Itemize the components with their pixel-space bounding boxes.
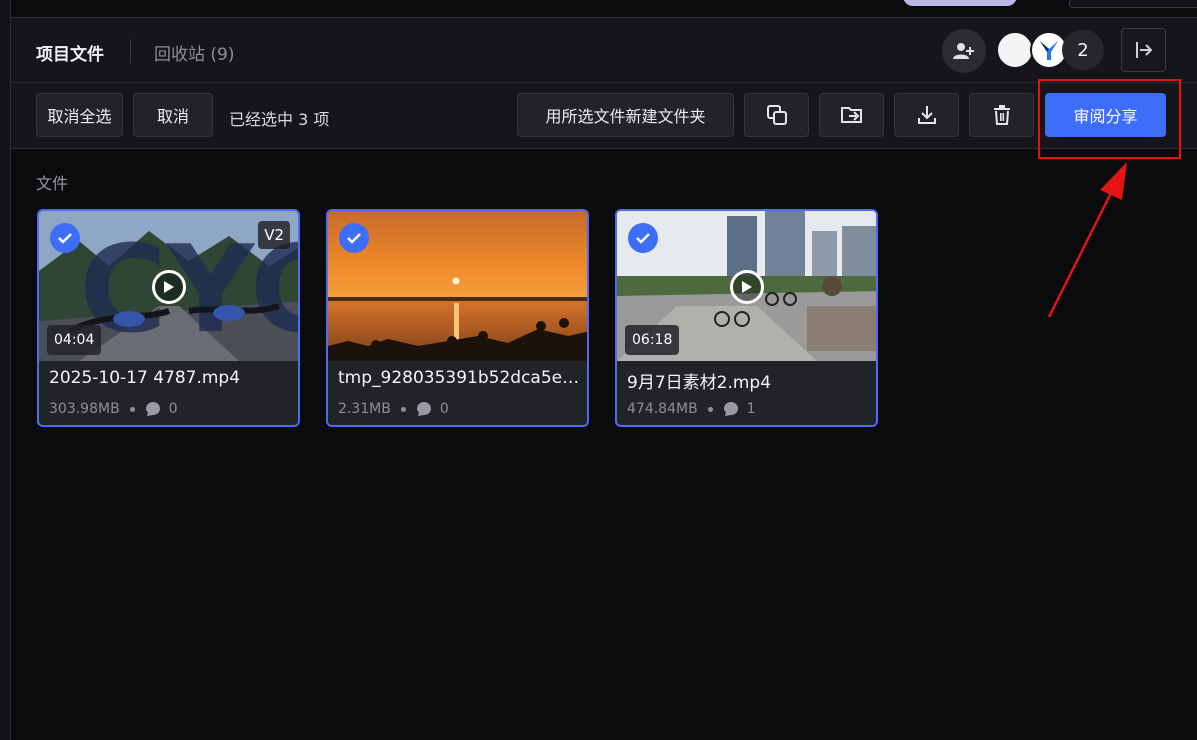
move-to-folder-button[interactable] (819, 93, 884, 137)
version-badge: V2 (258, 221, 290, 249)
file-card[interactable]: tmp_928035391b52dca5e4... 2.31MB 0 (326, 209, 589, 427)
meta-separator (707, 406, 713, 412)
tab-divider (130, 39, 131, 63)
left-edge-panel (0, 0, 11, 740)
selected-check-icon[interactable] (339, 223, 369, 253)
section-label-files: 文件 (36, 174, 69, 193)
copy-button[interactable] (744, 93, 809, 137)
add-member-button[interactable] (942, 29, 986, 73)
top-pill-button[interactable] (903, 0, 1017, 6)
tab-project-files[interactable]: 项目文件 (36, 40, 104, 65)
download-button[interactable] (894, 93, 959, 137)
top-box[interactable] (1069, 0, 1197, 8)
tab-trash[interactable]: 回收站 (9) (154, 40, 234, 65)
file-size: 474.84MB (627, 401, 698, 417)
avatar[interactable] (996, 31, 1034, 69)
new-folder-from-selection-button[interactable]: 用所选文件新建文件夹 (517, 93, 734, 137)
file-meta: 474.84MB 1 (627, 401, 756, 417)
comment-count: 1 (746, 401, 756, 417)
file-card[interactable]: 06:18 9月7日素材2.mp4 474.84MB 1 (615, 209, 878, 427)
meta-separator (129, 406, 135, 412)
file-name: 2025-10-17 4787.mp4 (49, 368, 241, 388)
add-user-icon (953, 43, 974, 59)
video-duration: 04:04 (47, 325, 102, 355)
file-size: 303.98MB (49, 401, 120, 417)
file-name: 9月7日素材2.mp4 (627, 373, 772, 393)
video-thumbnail[interactable]: CYC V2 04:04 (39, 211, 298, 361)
file-meta: 2.31MB 0 (338, 401, 449, 417)
play-icon[interactable] (151, 270, 186, 304)
member-count-badge[interactable]: 2 (1062, 30, 1104, 70)
comment-count: 0 (439, 401, 449, 417)
comment-icon (145, 402, 160, 416)
trash-icon (993, 105, 1010, 125)
file-meta: 303.98MB 0 (49, 401, 178, 417)
file-size: 2.31MB (338, 401, 391, 417)
annotation-highlight-box (1038, 79, 1181, 159)
selected-check-icon[interactable] (50, 223, 80, 253)
comment-count: 0 (168, 401, 178, 417)
selection-count-text: 已经选中 3 项 (229, 110, 330, 129)
comment-icon (723, 402, 738, 416)
play-icon[interactable] (729, 270, 764, 304)
move-folder-icon (840, 107, 862, 123)
collapse-panel-button[interactable] (1121, 28, 1166, 72)
deselect-all-button[interactable]: 取消全选 (36, 93, 123, 137)
header: 项目文件 回收站 (9) 2 (11, 18, 1197, 83)
comment-icon (416, 402, 431, 416)
top-strip (11, 0, 1197, 18)
file-name: tmp_928035391b52dca5e4... (338, 368, 581, 388)
image-thumbnail[interactable] (328, 211, 587, 361)
file-card[interactable]: CYC V2 04:04 2025-10-17 4787.mp4 303.98M… (37, 209, 300, 427)
download-icon (917, 106, 936, 124)
copy-icon (766, 105, 787, 125)
meta-separator (400, 406, 406, 412)
exit-icon (1135, 42, 1152, 58)
video-thumbnail[interactable]: 06:18 (617, 211, 876, 361)
logo-icon (1040, 41, 1058, 60)
selection-toolbar: 取消全选 取消 已经选中 3 项 用所选文件新建文件夹 审阅分享 (11, 83, 1197, 149)
app-window: 项目文件 回收站 (9) 2 取消全选 取消 已经选中 3 项 用所选文件新建文… (0, 0, 1197, 740)
video-duration: 06:18 (625, 325, 680, 355)
cancel-button[interactable]: 取消 (133, 93, 213, 137)
delete-button[interactable] (969, 93, 1034, 137)
selected-check-icon[interactable] (628, 223, 658, 253)
